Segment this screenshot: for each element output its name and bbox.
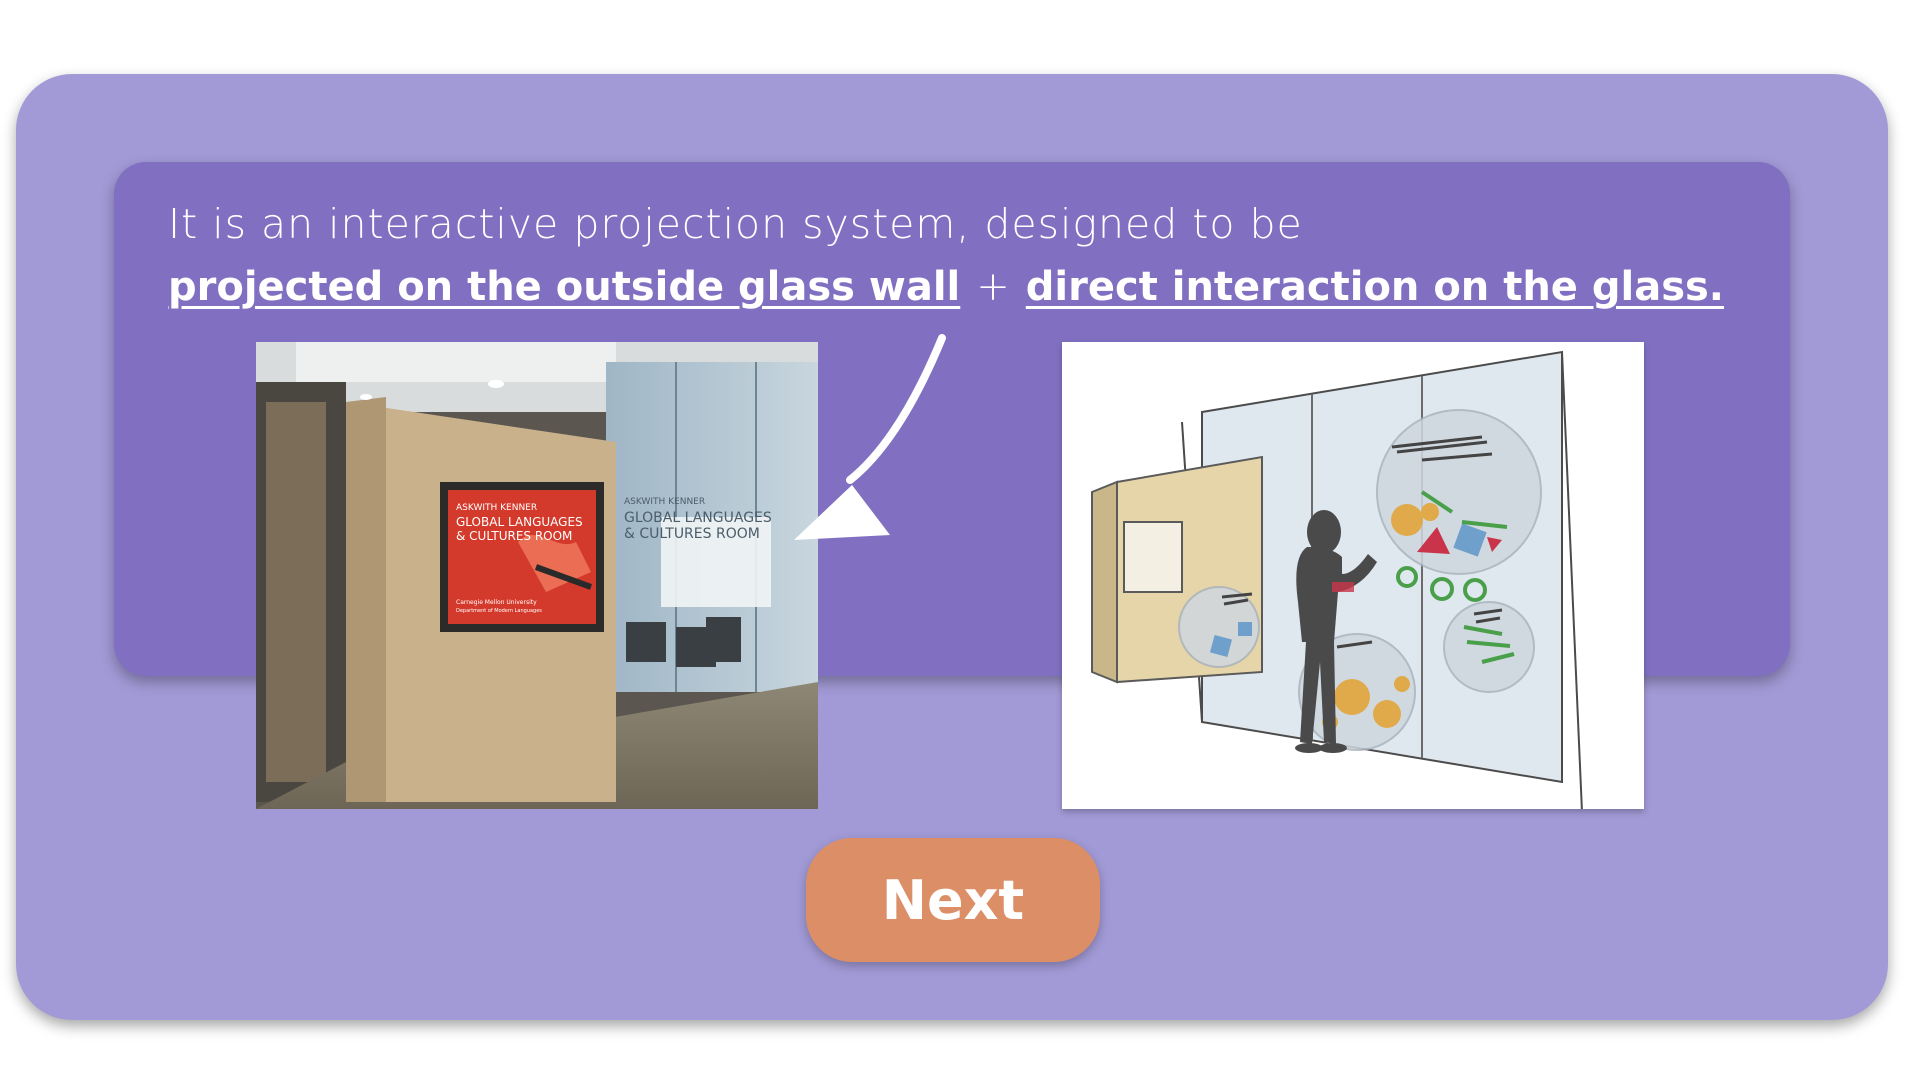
next-button[interactable]: Next — [806, 838, 1100, 962]
concept-sketch — [1062, 342, 1644, 809]
screen-text-1: ASKWITH KENNER — [456, 503, 537, 513]
screen-footer: Carnegie Mellon University — [456, 599, 537, 606]
concept-sketch-illustration — [1091, 350, 1583, 809]
arrow-pointer-icon — [794, 334, 946, 540]
highlight-line: projected on the outside glass wall + dire… — [168, 264, 1808, 310]
screen-text-3: & CULTURES ROOM — [456, 529, 572, 543]
screen-text-2: GLOBAL LANGUAGES — [456, 515, 583, 529]
highlight-interaction: direct interaction on the glass. — [1025, 264, 1725, 310]
room-photo-illustration: ASKWITH KENNER GLOBAL LANGUAGES & CULTUR… — [256, 342, 818, 809]
plus-sign: + — [976, 264, 1010, 310]
glass-text-3: & CULTURES ROOM — [624, 526, 760, 542]
glass-text-2: GLOBAL LANGUAGES — [624, 510, 772, 526]
screen-footer-2: Department of Modern Languages — [456, 608, 542, 614]
intro-text: It is an interactive projection system, … — [168, 200, 1303, 248]
highlight-projected: projected on the outside glass wall — [168, 264, 961, 310]
glass-text-1: ASKWITH KENNER — [624, 497, 705, 507]
room-photo: ASKWITH KENNER GLOBAL LANGUAGES & CULTUR… — [256, 342, 818, 809]
